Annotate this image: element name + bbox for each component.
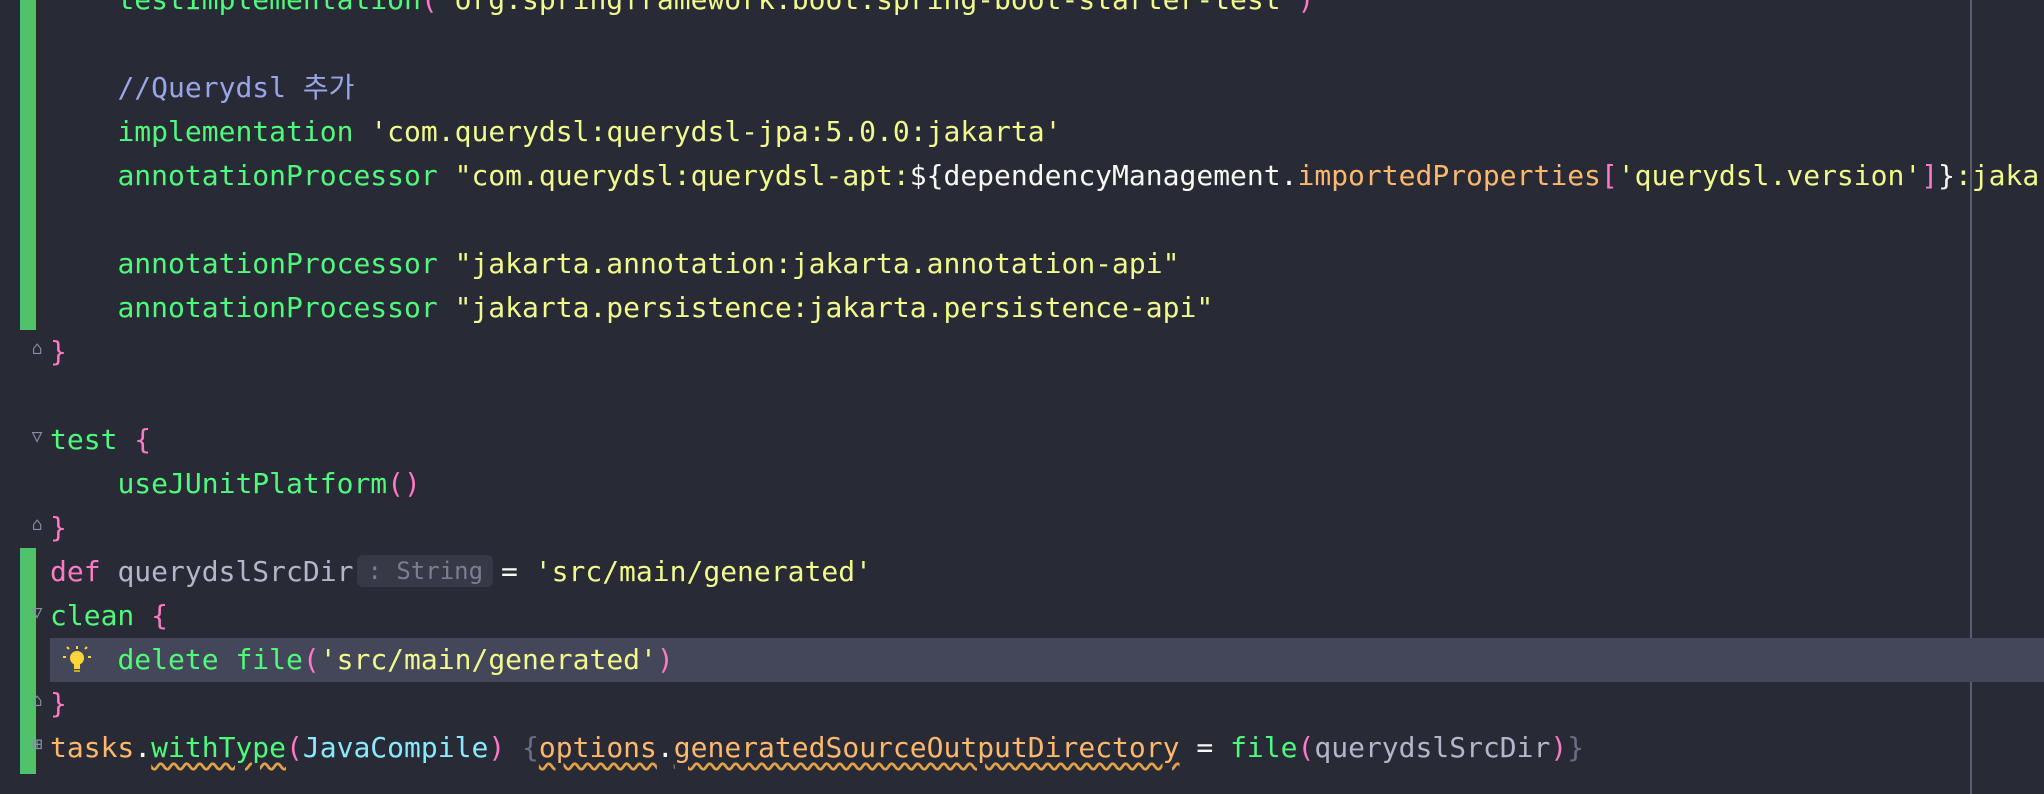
fold-start-icon[interactable]: ▽: [28, 428, 46, 446]
code-line[interactable]: }: [50, 330, 2044, 374]
fold-expand-icon[interactable]: ⊞: [28, 736, 46, 754]
editor-gutter: ⌂ ▽ ⌂ ▽ ⌂ ⊞: [0, 0, 46, 794]
code-line[interactable]: //Querydsl 추가: [50, 66, 2044, 110]
comment: //Querydsl 추가: [117, 71, 355, 104]
code-line[interactable]: useJUnitPlatform(): [50, 462, 2044, 506]
fold-end-icon[interactable]: ⌂: [28, 340, 46, 358]
code-line[interactable]: }: [50, 682, 2044, 726]
code-line[interactable]: tasks.withType(JavaCompile) {options.gen…: [50, 726, 2044, 770]
code-line[interactable]: annotationProcessor "jakarta.persistence…: [50, 286, 2044, 330]
code-line[interactable]: clean {: [50, 594, 2044, 638]
vcs-change-marker[interactable]: [20, 0, 36, 330]
code-line[interactable]: implementation 'com.querydsl:querydsl-jp…: [50, 110, 2044, 154]
code-line[interactable]: testImplementation('org.springframework.…: [50, 0, 2044, 22]
code-line[interactable]: annotationProcessor "jakarta.annotation:…: [50, 242, 2044, 286]
code-line[interactable]: test {: [50, 418, 2044, 462]
current-code-line[interactable]: delete file('src/main/generated'): [50, 638, 2044, 682]
code-line[interactable]: }: [50, 506, 2044, 550]
fold-start-icon[interactable]: ▽: [28, 604, 46, 622]
lightbulb-icon[interactable]: [62, 645, 92, 675]
code-line[interactable]: def querydslSrcDir: String = 'src/main/ge…: [50, 550, 2044, 594]
type-inlay-hint: : String: [357, 555, 494, 587]
fold-end-icon[interactable]: ⌂: [28, 692, 46, 710]
code-line[interactable]: annotationProcessor "com.querydsl:queryd…: [50, 154, 2044, 198]
fold-end-icon[interactable]: ⌂: [28, 516, 46, 534]
